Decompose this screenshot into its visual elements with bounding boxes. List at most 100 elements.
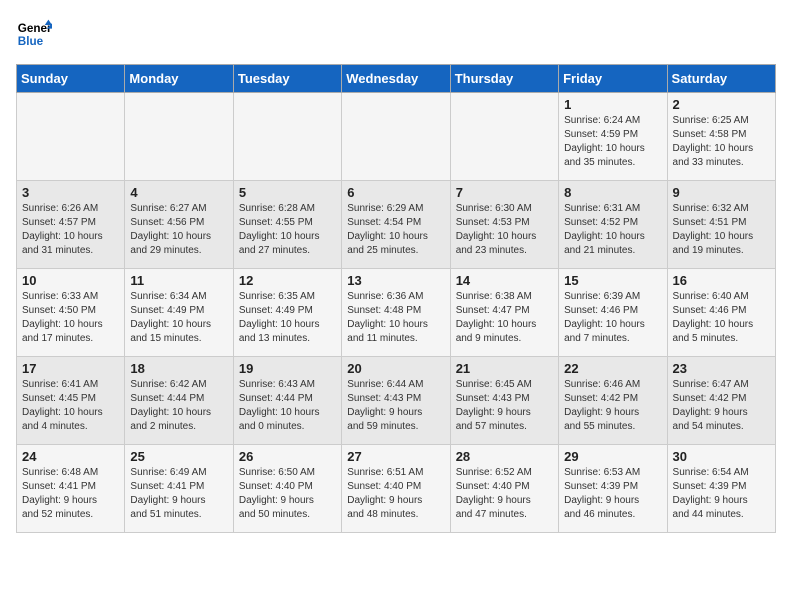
calendar-day: 25Sunrise: 6:49 AM Sunset: 4:41 PM Dayli… xyxy=(125,445,233,533)
calendar-day: 2Sunrise: 6:25 AM Sunset: 4:58 PM Daylig… xyxy=(667,93,775,181)
calendar-day: 12 Sunrise: 6:35 AM Sunset: 4:49 PM Dayli… xyxy=(233,269,341,357)
day-number: 6 xyxy=(347,185,444,200)
day-info: Sunrise: 6:39 AM Sunset: 4:46 PM Dayligh… xyxy=(564,290,661,346)
day-number: 8 xyxy=(564,185,661,200)
day-info: Sunrise: 6:34 AM Sunset: 4:49 PM Dayligh… xyxy=(130,290,227,346)
day-info: Sunrise: 6:48 AM Sunset: 4:41 PM Dayligh… xyxy=(22,466,119,522)
day-number: 21 xyxy=(456,361,553,376)
day-info: Sunrise: 6:50 AM Sunset: 4:40 PM Dayligh… xyxy=(239,466,336,522)
day-info: Sunrise: 6:51 AM Sunset: 4:40 PM Dayligh… xyxy=(347,466,444,522)
calendar-table: SundayMondayTuesdayWednesdayThursdayFrid… xyxy=(16,64,776,533)
header-friday: Friday xyxy=(559,65,667,93)
day-number: 4 xyxy=(130,185,227,200)
day-number: 28 xyxy=(456,449,553,464)
day-number: 24 xyxy=(22,449,119,464)
day-number: 15 xyxy=(564,273,661,288)
calendar-day: 19 Sunrise: 6:43 AM Sunset: 4:44 PM Dayli… xyxy=(233,357,341,445)
day-number: 1 xyxy=(564,97,661,112)
day-info: Sunrise: 6:38 AM Sunset: 4:47 PM Dayligh… xyxy=(456,290,553,346)
day-info: Sunrise: 6:36 AM Sunset: 4:48 PM Dayligh… xyxy=(347,290,444,346)
day-info: Sunrise: 6:44 AM Sunset: 4:43 PM Dayligh… xyxy=(347,378,444,434)
day-info: Sunrise: 6:42 AM Sunset: 4:44 PM Dayligh… xyxy=(130,378,227,434)
day-info: Sunrise: 6:54 AM Sunset: 4:39 PM Dayligh… xyxy=(673,466,770,522)
day-info: Sunrise: 6:33 AM Sunset: 4:50 PM Dayligh… xyxy=(22,290,119,346)
day-info: Sunrise: 6:24 AM Sunset: 4:59 PM Dayligh… xyxy=(564,114,661,170)
calendar-day: 22 Sunrise: 6:46 AM Sunset: 4:42 PM Dayli… xyxy=(559,357,667,445)
day-number: 18 xyxy=(130,361,227,376)
day-info: Sunrise: 6:45 AM Sunset: 4:43 PM Dayligh… xyxy=(456,378,553,434)
calendar-day: 4 Sunrise: 6:27 AM Sunset: 4:56 PM Daylig… xyxy=(125,181,233,269)
calendar-day: 29Sunrise: 6:53 AM Sunset: 4:39 PM Dayli… xyxy=(559,445,667,533)
calendar-day: 20 Sunrise: 6:44 AM Sunset: 4:43 PM Dayli… xyxy=(342,357,450,445)
calendar-day xyxy=(17,93,125,181)
day-number: 23 xyxy=(673,361,770,376)
day-info: Sunrise: 6:40 AM Sunset: 4:46 PM Dayligh… xyxy=(673,290,770,346)
calendar-day: 15 Sunrise: 6:39 AM Sunset: 4:46 PM Dayli… xyxy=(559,269,667,357)
day-info: Sunrise: 6:47 AM Sunset: 4:42 PM Dayligh… xyxy=(673,378,770,434)
day-number: 16 xyxy=(673,273,770,288)
day-info: Sunrise: 6:41 AM Sunset: 4:45 PM Dayligh… xyxy=(22,378,119,434)
day-info: Sunrise: 6:26 AM Sunset: 4:57 PM Dayligh… xyxy=(22,202,119,258)
day-info: Sunrise: 6:52 AM Sunset: 4:40 PM Dayligh… xyxy=(456,466,553,522)
calendar-week-3: 10 Sunrise: 6:33 AM Sunset: 4:50 PM Dayli… xyxy=(17,269,776,357)
header-wednesday: Wednesday xyxy=(342,65,450,93)
calendar-day: 7Sunrise: 6:30 AM Sunset: 4:53 PM Daylig… xyxy=(450,181,558,269)
calendar-day: 8 Sunrise: 6:31 AM Sunset: 4:52 PM Daylig… xyxy=(559,181,667,269)
calendar-day: 3 Sunrise: 6:26 AM Sunset: 4:57 PM Daylig… xyxy=(17,181,125,269)
day-info: Sunrise: 6:29 AM Sunset: 4:54 PM Dayligh… xyxy=(347,202,444,258)
day-number: 22 xyxy=(564,361,661,376)
calendar-day: 16 Sunrise: 6:40 AM Sunset: 4:46 PM Dayli… xyxy=(667,269,775,357)
day-number: 26 xyxy=(239,449,336,464)
day-number: 19 xyxy=(239,361,336,376)
day-number: 12 xyxy=(239,273,336,288)
day-info: Sunrise: 6:53 AM Sunset: 4:39 PM Dayligh… xyxy=(564,466,661,522)
calendar-day xyxy=(450,93,558,181)
page-header: General Blue xyxy=(16,16,776,52)
calendar-week-2: 3 Sunrise: 6:26 AM Sunset: 4:57 PM Daylig… xyxy=(17,181,776,269)
day-info: Sunrise: 6:27 AM Sunset: 4:56 PM Dayligh… xyxy=(130,202,227,258)
calendar-header-row: SundayMondayTuesdayWednesdayThursdayFrid… xyxy=(17,65,776,93)
day-number: 7 xyxy=(456,185,553,200)
calendar-day: 30Sunrise: 6:54 AM Sunset: 4:39 PM Dayli… xyxy=(667,445,775,533)
calendar-day: 17 Sunrise: 6:41 AM Sunset: 4:45 PM Dayli… xyxy=(17,357,125,445)
day-number: 3 xyxy=(22,185,119,200)
calendar-day: 23 Sunrise: 6:47 AM Sunset: 4:42 PM Dayli… xyxy=(667,357,775,445)
calendar-day: 11Sunrise: 6:34 AM Sunset: 4:49 PM Dayli… xyxy=(125,269,233,357)
day-number: 20 xyxy=(347,361,444,376)
day-number: 17 xyxy=(22,361,119,376)
day-info: Sunrise: 6:32 AM Sunset: 4:51 PM Dayligh… xyxy=(673,202,770,258)
day-number: 9 xyxy=(673,185,770,200)
calendar-week-4: 17 Sunrise: 6:41 AM Sunset: 4:45 PM Dayli… xyxy=(17,357,776,445)
calendar-week-1: 1 Sunrise: 6:24 AM Sunset: 4:59 PM Daylig… xyxy=(17,93,776,181)
calendar-day: 9 Sunrise: 6:32 AM Sunset: 4:51 PM Daylig… xyxy=(667,181,775,269)
day-info: Sunrise: 6:43 AM Sunset: 4:44 PM Dayligh… xyxy=(239,378,336,434)
day-info: Sunrise: 6:46 AM Sunset: 4:42 PM Dayligh… xyxy=(564,378,661,434)
header-sunday: Sunday xyxy=(17,65,125,93)
logo: General Blue xyxy=(16,16,52,52)
calendar-day: 26 Sunrise: 6:50 AM Sunset: 4:40 PM Dayli… xyxy=(233,445,341,533)
calendar-day: 14 Sunrise: 6:38 AM Sunset: 4:47 PM Dayli… xyxy=(450,269,558,357)
calendar-day: 27 Sunrise: 6:51 AM Sunset: 4:40 PM Dayli… xyxy=(342,445,450,533)
calendar-day xyxy=(233,93,341,181)
calendar-day xyxy=(342,93,450,181)
day-number: 27 xyxy=(347,449,444,464)
header-thursday: Thursday xyxy=(450,65,558,93)
header-tuesday: Tuesday xyxy=(233,65,341,93)
day-info: Sunrise: 6:31 AM Sunset: 4:52 PM Dayligh… xyxy=(564,202,661,258)
day-number: 14 xyxy=(456,273,553,288)
day-info: Sunrise: 6:35 AM Sunset: 4:49 PM Dayligh… xyxy=(239,290,336,346)
svg-text:Blue: Blue xyxy=(18,35,44,48)
calendar-day: 13Sunrise: 6:36 AM Sunset: 4:48 PM Dayli… xyxy=(342,269,450,357)
header-saturday: Saturday xyxy=(667,65,775,93)
day-number: 25 xyxy=(130,449,227,464)
day-number: 10 xyxy=(22,273,119,288)
calendar-day: 6 Sunrise: 6:29 AM Sunset: 4:54 PM Daylig… xyxy=(342,181,450,269)
calendar-day xyxy=(125,93,233,181)
header-monday: Monday xyxy=(125,65,233,93)
day-info: Sunrise: 6:28 AM Sunset: 4:55 PM Dayligh… xyxy=(239,202,336,258)
calendar-day: 10 Sunrise: 6:33 AM Sunset: 4:50 PM Dayli… xyxy=(17,269,125,357)
calendar-day: 24 Sunrise: 6:48 AM Sunset: 4:41 PM Dayli… xyxy=(17,445,125,533)
day-number: 5 xyxy=(239,185,336,200)
day-info: Sunrise: 6:25 AM Sunset: 4:58 PM Dayligh… xyxy=(673,114,770,170)
calendar-week-5: 24 Sunrise: 6:48 AM Sunset: 4:41 PM Dayli… xyxy=(17,445,776,533)
